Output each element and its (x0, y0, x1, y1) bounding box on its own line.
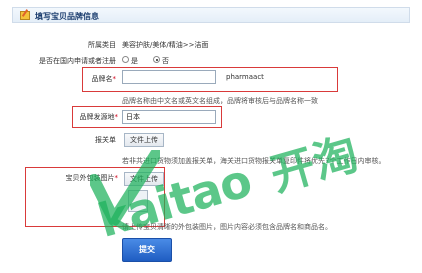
registration-no-label: 否 (162, 57, 169, 65)
customs-label: 报关单 (95, 136, 116, 144)
origin-label: 品牌发源地* (79, 113, 119, 121)
section-title: 填写宝贝品牌信息 (35, 12, 99, 21)
category-value: 美容护肤/美体/精油>>洁面 (122, 41, 209, 49)
registration-yes-radio[interactable] (122, 56, 129, 63)
package-image-hint: 请上传宝贝清晰的外包装图片，图片内容必须包含品牌名和商品名。 (122, 223, 332, 231)
package-upload-button[interactable]: 文件上传 (124, 172, 164, 186)
submit-button[interactable]: 提交 (122, 238, 172, 262)
brand-name-label: 品牌名* (91, 75, 117, 83)
registration-yes-label: 是 (131, 57, 138, 65)
customs-hint: 若非共进口货物须加盖报关单，海关进口货物报关单复印件将优先7个工作日内审核。 (122, 157, 386, 165)
customs-upload-button[interactable]: 文件上传 (124, 133, 164, 147)
brand-name-input[interactable] (122, 70, 216, 84)
origin-input[interactable]: 日本 (122, 110, 216, 124)
brand-name-side-text: pharmaact (226, 73, 264, 81)
edit-form-icon (20, 11, 30, 20)
package-image-label: 宝贝外包装图片* (65, 174, 119, 182)
category-label: 所属类目 (88, 41, 116, 49)
registration-label: 是否在国内申请或者注册 (39, 57, 116, 65)
brand-name-hint: 品牌名称由中文名或英文名组成，品牌将审核后与品牌名称一致 (122, 97, 318, 105)
section-header: 填写宝贝品牌信息 (12, 7, 410, 23)
registration-no-radio[interactable] (153, 56, 160, 63)
package-thumbnail[interactable] (128, 190, 148, 212)
